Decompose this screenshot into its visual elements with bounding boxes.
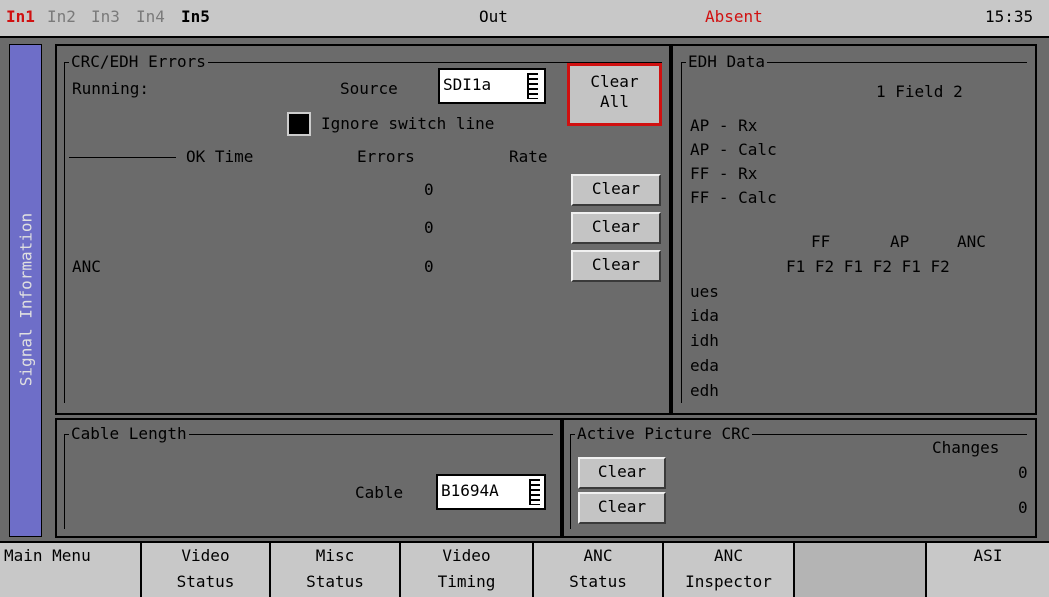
row1-clear-button[interactable]: Clear: [571, 174, 661, 206]
top-status-bar: In1 In2 In3 In4 In5 Out Absent 15:35: [0, 0, 1049, 38]
edh-ff-rx: FF - Rx: [690, 164, 758, 183]
edh-flag-eda: eda: [690, 356, 719, 375]
cable-title: Cable Length: [69, 424, 189, 443]
crc-title: CRC/EDH Errors: [69, 52, 208, 71]
apcrc-clear-button-1[interactable]: Clear: [578, 457, 666, 489]
menu-video-status[interactable]: Video Status: [142, 543, 271, 597]
input-tab-in3[interactable]: In3: [91, 7, 120, 26]
edh-flag-ida: ida: [690, 306, 719, 325]
input-tab-in4[interactable]: In4: [136, 7, 165, 26]
apcrc-value-1: 0: [1018, 463, 1028, 482]
ignore-switch-label: Ignore switch line: [321, 114, 495, 133]
ignore-switch-checkbox[interactable]: [287, 112, 311, 136]
clear-all-button[interactable]: Clear All: [567, 63, 662, 126]
running-label: Running:: [72, 79, 150, 98]
row2-errors: 0: [424, 218, 434, 237]
edh-flag-ues: ues: [690, 282, 719, 301]
edh-ap-rx: AP - Rx: [690, 116, 758, 135]
menu-video-timing[interactable]: Video Timing: [401, 543, 534, 597]
edh-flag-edh: edh: [690, 381, 719, 400]
edh-grp-ap: AP: [890, 232, 910, 251]
cable-select[interactable]: B1694A: [436, 474, 546, 510]
apcrc-changes-label: Changes: [932, 438, 1000, 457]
input-tab-in5[interactable]: In5: [181, 7, 210, 26]
edh-grp-anc: ANC: [957, 232, 986, 251]
menu-anc-status[interactable]: ANC Status: [534, 543, 664, 597]
cable-label: Cable: [355, 483, 404, 502]
input-tab-in2[interactable]: In2: [47, 7, 76, 26]
header-divider: [69, 157, 176, 158]
edh-title: EDH Data: [686, 52, 768, 71]
edh-flag-idh: idh: [690, 331, 719, 350]
input-tab-in1[interactable]: In1: [6, 7, 35, 26]
signal-status: Absent: [705, 7, 763, 26]
apcrc-value-2: 0: [1018, 498, 1028, 517]
bottom-menu-bar: Main Menu Video Status Misc Status Video Ti…: [0, 541, 1049, 597]
edh-ff-calc: FF - Calc: [690, 188, 777, 207]
col-errors: Errors: [357, 147, 415, 166]
cable-spinner-icon[interactable]: [529, 479, 540, 505]
menu-asi[interactable]: ASI: [927, 543, 1049, 597]
edh-grp-ff: FF: [811, 232, 831, 251]
edh-ap-calc: AP - Calc: [690, 140, 777, 159]
menu-misc-status[interactable]: Misc Status: [271, 543, 401, 597]
apcrc-title: Active Picture CRC: [575, 424, 753, 443]
side-tab-signal-information[interactable]: Signal Information: [9, 44, 42, 537]
edh-field-header: 1 Field 2: [876, 82, 963, 101]
row2-clear-button[interactable]: Clear: [571, 212, 661, 244]
edh-sub-headers: F1 F2 F1 F2 F1 F2: [786, 257, 950, 276]
source-select[interactable]: SDI1a: [438, 68, 546, 104]
menu-anc-inspector[interactable]: ANC Inspector: [664, 543, 795, 597]
menu-empty-slot: [795, 543, 927, 597]
clock: 15:35: [985, 7, 1034, 26]
source-label: Source: [340, 79, 398, 98]
apcrc-clear-button-2[interactable]: Clear: [578, 492, 666, 524]
col-rate: Rate: [509, 147, 548, 166]
row3-clear-button[interactable]: Clear: [571, 250, 661, 282]
output-label: Out: [479, 7, 508, 26]
side-tab-label: Signal Information: [16, 212, 36, 387]
menu-main-menu[interactable]: Main Menu: [0, 543, 142, 597]
source-spinner-icon[interactable]: [527, 73, 538, 99]
col-ok-time: OK Time: [186, 147, 254, 166]
row3-errors: 0: [424, 257, 434, 276]
row3-label: ANC: [72, 257, 101, 276]
row1-errors: 0: [424, 180, 434, 199]
